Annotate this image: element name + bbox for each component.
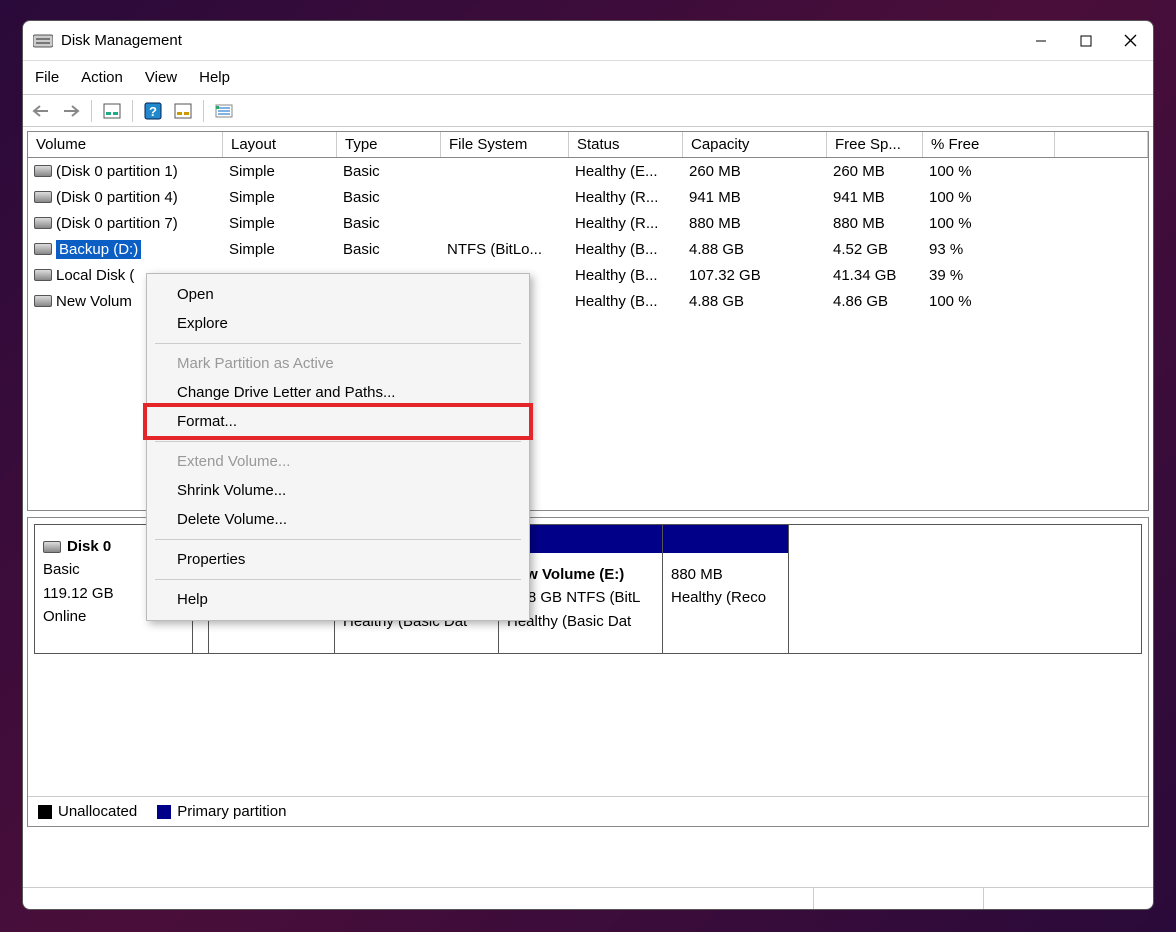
ctx-shrink-volume[interactable]: Shrink Volume... (147, 476, 529, 505)
partition[interactable]: 880 MBHealthy (Reco (663, 525, 789, 653)
legend-unallocated: Unallocated (58, 803, 137, 820)
forward-button[interactable] (59, 99, 83, 123)
ctx-delete-volume[interactable]: Delete Volume... (147, 505, 529, 534)
col-type[interactable]: Type (337, 132, 441, 157)
legend: Unallocated Primary partition (28, 796, 1148, 826)
volume-name: (Disk 0 partition 4) (56, 189, 178, 206)
drive-icon (34, 269, 52, 281)
statusbar (23, 887, 1153, 909)
volume-row[interactable]: (Disk 0 partition 7)SimpleBasicHealthy (… (28, 210, 1148, 236)
col-status[interactable]: Status (569, 132, 683, 157)
drive-icon (34, 243, 52, 255)
disk-name: Disk 0 (67, 535, 111, 558)
refresh-icon[interactable] (171, 99, 195, 123)
close-button[interactable] (1108, 21, 1153, 61)
menu-view[interactable]: View (145, 69, 177, 86)
volume-name: Backup (D:) (56, 240, 141, 259)
window-title: Disk Management (61, 32, 182, 49)
list-icon[interactable] (212, 99, 236, 123)
ctx-properties[interactable]: Properties (147, 545, 529, 574)
disk-icon (43, 541, 61, 553)
titlebar: Disk Management (23, 21, 1153, 61)
menubar: File Action View Help (23, 61, 1153, 95)
drive-icon (34, 191, 52, 203)
col-layout[interactable]: Layout (223, 132, 337, 157)
ctx-format[interactable]: Format... (147, 407, 529, 436)
col-volume[interactable]: Volume (28, 132, 223, 157)
ctx-mark-partition-as-active: Mark Partition as Active (147, 349, 529, 378)
volume-row[interactable]: (Disk 0 partition 1)SimpleBasicHealthy (… (28, 158, 1148, 184)
ctx-help[interactable]: Help (147, 585, 529, 614)
volume-name: (Disk 0 partition 1) (56, 163, 178, 180)
ctx-explore[interactable]: Explore (147, 309, 529, 338)
volume-row[interactable]: Backup (D:)SimpleBasicNTFS (BitLo...Heal… (28, 236, 1148, 262)
menu-action[interactable]: Action (81, 69, 123, 86)
disk-management-icon (33, 33, 53, 49)
ctx-change-drive-letter-and-paths[interactable]: Change Drive Letter and Paths... (147, 378, 529, 407)
drive-icon (34, 295, 52, 307)
col-filesystem[interactable]: File System (441, 132, 569, 157)
menu-file[interactable]: File (35, 69, 59, 86)
drive-icon (34, 165, 52, 177)
col-free[interactable]: Free Sp... (827, 132, 923, 157)
context-menu: OpenExplore Mark Partition as ActiveChang… (146, 273, 530, 621)
volume-row[interactable]: (Disk 0 partition 4)SimpleBasicHealthy (… (28, 184, 1148, 210)
properties-icon[interactable] (100, 99, 124, 123)
drive-icon (34, 217, 52, 229)
ctx-open[interactable]: Open (147, 280, 529, 309)
volume-columns: Volume Layout Type File System Status Ca… (28, 132, 1148, 158)
legend-primary: Primary partition (177, 803, 286, 820)
col-pctfree[interactable]: % Free (923, 132, 1055, 157)
volume-name: Local Disk ( (56, 267, 134, 284)
col-capacity[interactable]: Capacity (683, 132, 827, 157)
volume-name: (Disk 0 partition 7) (56, 215, 178, 232)
back-button[interactable] (29, 99, 53, 123)
legend-primary-swatch (157, 805, 171, 819)
legend-unallocated-swatch (38, 805, 52, 819)
ctx-extend-volume: Extend Volume... (147, 447, 529, 476)
volume-name: New Volum (56, 293, 132, 310)
help-icon[interactable]: ? (141, 99, 165, 123)
minimize-button[interactable] (1018, 21, 1063, 61)
menu-help[interactable]: Help (199, 69, 230, 86)
maximize-button[interactable] (1063, 21, 1108, 61)
svg-text:?: ? (149, 104, 157, 119)
toolbar: ? (23, 95, 1153, 127)
